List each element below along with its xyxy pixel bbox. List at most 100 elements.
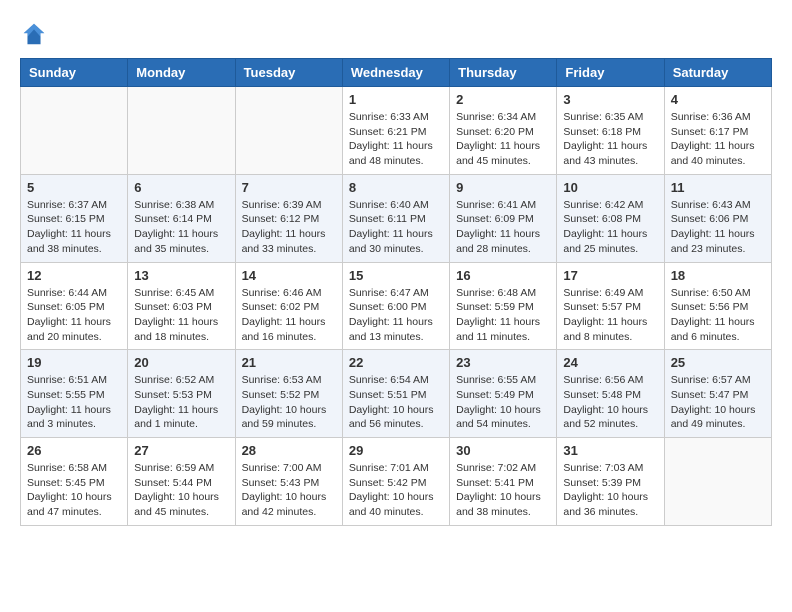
calendar-day	[664, 438, 771, 526]
logo-icon	[20, 20, 48, 48]
header-day: Thursday	[450, 59, 557, 87]
day-number: 26	[27, 443, 121, 458]
calendar-day: 13 Sunrise: 6:45 AM Sunset: 6:03 PM Dayli…	[128, 262, 235, 350]
day-info: Sunrise: 6:54 AM Sunset: 5:51 PM Dayligh…	[349, 373, 443, 432]
calendar-day: 19 Sunrise: 6:51 AM Sunset: 5:55 PM Dayli…	[21, 350, 128, 438]
day-info: Sunrise: 7:02 AM Sunset: 5:41 PM Dayligh…	[456, 461, 550, 520]
calendar-body: 1 Sunrise: 6:33 AM Sunset: 6:21 PM Daylig…	[21, 87, 772, 526]
day-number: 4	[671, 92, 765, 107]
day-number: 30	[456, 443, 550, 458]
calendar-day: 16 Sunrise: 6:48 AM Sunset: 5:59 PM Dayli…	[450, 262, 557, 350]
calendar-day: 5Sunrise: 6:37 AM Sunset: 6:15 PM Daylig…	[21, 174, 128, 262]
day-info: Sunrise: 6:40 AM Sunset: 6:11 PM Dayligh…	[349, 198, 443, 257]
calendar-day: 31Sunrise: 7:03 AM Sunset: 5:39 PM Dayli…	[557, 438, 664, 526]
calendar-day: 21 Sunrise: 6:53 AM Sunset: 5:52 PM Dayli…	[235, 350, 342, 438]
day-number: 16	[456, 268, 550, 283]
day-number: 6	[134, 180, 228, 195]
day-info: Sunrise: 6:52 AM Sunset: 5:53 PM Dayligh…	[134, 373, 228, 432]
day-info: Sunrise: 6:45 AM Sunset: 6:03 PM Dayligh…	[134, 286, 228, 345]
day-info: Sunrise: 6:57 AM Sunset: 5:47 PM Dayligh…	[671, 373, 765, 432]
calendar-week: 12 Sunrise: 6:44 AM Sunset: 6:05 PM Dayli…	[21, 262, 772, 350]
calendar-header: SundayMondayTuesdayWednesdayThursdayFrid…	[21, 59, 772, 87]
day-number: 7	[242, 180, 336, 195]
calendar-day: 22Sunrise: 6:54 AM Sunset: 5:51 PM Dayli…	[342, 350, 449, 438]
day-info: Sunrise: 6:49 AM Sunset: 5:57 PM Dayligh…	[563, 286, 657, 345]
day-number: 8	[349, 180, 443, 195]
logo	[20, 20, 52, 48]
day-info: Sunrise: 6:50 AM Sunset: 5:56 PM Dayligh…	[671, 286, 765, 345]
header-day: Tuesday	[235, 59, 342, 87]
day-number: 17	[563, 268, 657, 283]
calendar-day	[21, 87, 128, 175]
day-number: 28	[242, 443, 336, 458]
day-number: 10	[563, 180, 657, 195]
day-number: 29	[349, 443, 443, 458]
calendar-week: 5Sunrise: 6:37 AM Sunset: 6:15 PM Daylig…	[21, 174, 772, 262]
day-number: 2	[456, 92, 550, 107]
calendar-day: 18 Sunrise: 6:50 AM Sunset: 5:56 PM Dayli…	[664, 262, 771, 350]
day-info: Sunrise: 7:01 AM Sunset: 5:42 PM Dayligh…	[349, 461, 443, 520]
page-header	[20, 20, 772, 48]
day-number: 14	[242, 268, 336, 283]
day-info: Sunrise: 6:37 AM Sunset: 6:15 PM Dayligh…	[27, 198, 121, 257]
day-info: Sunrise: 6:39 AM Sunset: 6:12 PM Dayligh…	[242, 198, 336, 257]
calendar-table: SundayMondayTuesdayWednesdayThursdayFrid…	[20, 58, 772, 526]
day-info: Sunrise: 7:00 AM Sunset: 5:43 PM Dayligh…	[242, 461, 336, 520]
day-number: 31	[563, 443, 657, 458]
day-number: 20	[134, 355, 228, 370]
day-info: Sunrise: 6:46 AM Sunset: 6:02 PM Dayligh…	[242, 286, 336, 345]
calendar-day: 15Sunrise: 6:47 AM Sunset: 6:00 PM Dayli…	[342, 262, 449, 350]
header-row: SundayMondayTuesdayWednesdayThursdayFrid…	[21, 59, 772, 87]
calendar-day	[235, 87, 342, 175]
day-number: 23	[456, 355, 550, 370]
calendar-day: 25 Sunrise: 6:57 AM Sunset: 5:47 PM Dayli…	[664, 350, 771, 438]
day-info: Sunrise: 6:58 AM Sunset: 5:45 PM Dayligh…	[27, 461, 121, 520]
day-number: 27	[134, 443, 228, 458]
day-number: 9	[456, 180, 550, 195]
calendar-day: 20 Sunrise: 6:52 AM Sunset: 5:53 PM Dayli…	[128, 350, 235, 438]
calendar-day: 17 Sunrise: 6:49 AM Sunset: 5:57 PM Dayli…	[557, 262, 664, 350]
calendar-day: 6 Sunrise: 6:38 AM Sunset: 6:14 PM Daylig…	[128, 174, 235, 262]
day-number: 11	[671, 180, 765, 195]
day-number: 18	[671, 268, 765, 283]
day-info: Sunrise: 6:51 AM Sunset: 5:55 PM Dayligh…	[27, 373, 121, 432]
day-info: Sunrise: 6:41 AM Sunset: 6:09 PM Dayligh…	[456, 198, 550, 257]
calendar-week: 1 Sunrise: 6:33 AM Sunset: 6:21 PM Daylig…	[21, 87, 772, 175]
day-number: 15	[349, 268, 443, 283]
day-number: 3	[563, 92, 657, 107]
calendar-day: 14 Sunrise: 6:46 AM Sunset: 6:02 PM Dayli…	[235, 262, 342, 350]
calendar-week: 19 Sunrise: 6:51 AM Sunset: 5:55 PM Dayli…	[21, 350, 772, 438]
header-day: Saturday	[664, 59, 771, 87]
day-info: Sunrise: 6:35 AM Sunset: 6:18 PM Dayligh…	[563, 110, 657, 169]
day-info: Sunrise: 6:53 AM Sunset: 5:52 PM Dayligh…	[242, 373, 336, 432]
day-number: 1	[349, 92, 443, 107]
calendar-day: 30 Sunrise: 7:02 AM Sunset: 5:41 PM Dayli…	[450, 438, 557, 526]
day-info: Sunrise: 6:33 AM Sunset: 6:21 PM Dayligh…	[349, 110, 443, 169]
calendar-week: 26 Sunrise: 6:58 AM Sunset: 5:45 PM Dayli…	[21, 438, 772, 526]
calendar-day: 26 Sunrise: 6:58 AM Sunset: 5:45 PM Dayli…	[21, 438, 128, 526]
calendar-day: 27 Sunrise: 6:59 AM Sunset: 5:44 PM Dayli…	[128, 438, 235, 526]
calendar-day: 28 Sunrise: 7:00 AM Sunset: 5:43 PM Dayli…	[235, 438, 342, 526]
calendar-day: 7 Sunrise: 6:39 AM Sunset: 6:12 PM Daylig…	[235, 174, 342, 262]
calendar-day: 29 Sunrise: 7:01 AM Sunset: 5:42 PM Dayli…	[342, 438, 449, 526]
day-number: 21	[242, 355, 336, 370]
day-number: 13	[134, 268, 228, 283]
calendar-day: 1 Sunrise: 6:33 AM Sunset: 6:21 PM Daylig…	[342, 87, 449, 175]
day-number: 19	[27, 355, 121, 370]
day-number: 25	[671, 355, 765, 370]
day-info: Sunrise: 6:34 AM Sunset: 6:20 PM Dayligh…	[456, 110, 550, 169]
day-info: Sunrise: 6:43 AM Sunset: 6:06 PM Dayligh…	[671, 198, 765, 257]
calendar-day: 8 Sunrise: 6:40 AM Sunset: 6:11 PM Daylig…	[342, 174, 449, 262]
day-info: Sunrise: 6:55 AM Sunset: 5:49 PM Dayligh…	[456, 373, 550, 432]
calendar-day: 23 Sunrise: 6:55 AM Sunset: 5:49 PM Dayli…	[450, 350, 557, 438]
calendar-day: 3 Sunrise: 6:35 AM Sunset: 6:18 PM Daylig…	[557, 87, 664, 175]
day-info: Sunrise: 6:38 AM Sunset: 6:14 PM Dayligh…	[134, 198, 228, 257]
calendar-day	[128, 87, 235, 175]
day-info: Sunrise: 6:48 AM Sunset: 5:59 PM Dayligh…	[456, 286, 550, 345]
day-info: Sunrise: 6:44 AM Sunset: 6:05 PM Dayligh…	[27, 286, 121, 345]
day-info: Sunrise: 6:59 AM Sunset: 5:44 PM Dayligh…	[134, 461, 228, 520]
header-day: Wednesday	[342, 59, 449, 87]
calendar-day: 2 Sunrise: 6:34 AM Sunset: 6:20 PM Daylig…	[450, 87, 557, 175]
day-number: 12	[27, 268, 121, 283]
calendar-day: 24Sunrise: 6:56 AM Sunset: 5:48 PM Dayli…	[557, 350, 664, 438]
